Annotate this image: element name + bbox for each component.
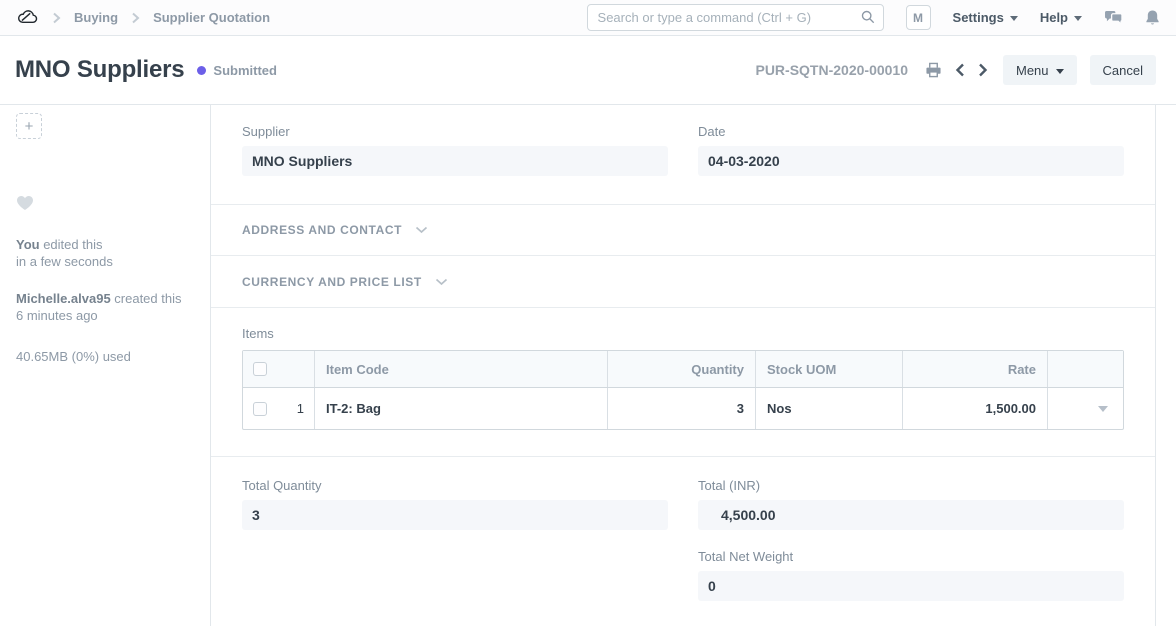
- row-cell-item-code: IT-2: Bag: [315, 388, 608, 429]
- row-cell-check: 1: [243, 388, 315, 429]
- like-button[interactable]: [16, 195, 34, 214]
- created-info: Michelle.alva95 created this 6 minutes a…: [16, 290, 194, 324]
- bell-icon: [1145, 9, 1160, 26]
- section-label: CURRENCY AND PRICE LIST: [242, 275, 422, 289]
- header-cell-check: [243, 351, 315, 387]
- search-icon: [861, 10, 875, 24]
- storage-usage: 40.65MB (0%) used: [16, 348, 194, 365]
- row-cell-quantity: 3: [608, 388, 756, 429]
- totals-section: Total Quantity 3 Total (INR) 4,500.00 To…: [211, 457, 1155, 601]
- row-checkbox[interactable]: [253, 402, 267, 416]
- help-label: Help: [1040, 10, 1068, 25]
- chevron-down-icon: [435, 278, 448, 286]
- header-cell-quantity: Quantity: [608, 351, 756, 387]
- cloud-logo-icon: [16, 6, 39, 29]
- total-net-weight-field: Total Net Weight 0: [698, 549, 1124, 601]
- chevron-right-icon: [978, 63, 988, 77]
- supplier-label: Supplier: [242, 124, 668, 139]
- section-currency-and-price-list[interactable]: CURRENCY AND PRICE LIST: [211, 256, 1155, 307]
- status-badge: Submitted: [197, 63, 277, 78]
- settings-label: Settings: [953, 10, 1004, 25]
- created-action: created this: [111, 291, 182, 306]
- created-when: 6 minutes ago: [16, 308, 98, 323]
- edited-info: You edited this in a few seconds: [16, 236, 194, 270]
- row-cell-stock-uom: Nos: [756, 388, 903, 429]
- chevron-left-icon: [955, 63, 965, 77]
- heart-icon: [16, 195, 34, 211]
- edited-when: in a few seconds: [16, 254, 113, 269]
- items-grid: Item Code Quantity Stock UOM Rate 1 IT-2…: [242, 350, 1124, 430]
- date-label: Date: [698, 124, 1124, 139]
- supplier-field: Supplier MNO Suppliers: [242, 124, 668, 204]
- chevron-right-icon: [131, 12, 140, 24]
- chevron-down-icon: [1056, 69, 1064, 74]
- chevron-down-icon: [1074, 16, 1082, 21]
- messages-button[interactable]: [1104, 10, 1123, 26]
- form-body: Supplier MNO Suppliers Date 04-03-2020 A…: [211, 105, 1156, 626]
- status-label: Submitted: [213, 63, 277, 78]
- menu-button[interactable]: Menu: [1003, 55, 1077, 85]
- scrollbar-gutter: [1156, 105, 1176, 626]
- chevron-right-icon: [52, 12, 61, 24]
- total-quantity-field: Total Quantity 3: [242, 478, 668, 601]
- row-index: 1: [297, 401, 304, 416]
- page-head: MNO Suppliers Submitted PUR-SQTN-2020-00…: [0, 36, 1176, 105]
- document-id: PUR-SQTN-2020-00010: [755, 62, 908, 78]
- header-cell-item-code: Item Code: [315, 351, 608, 387]
- main-fields-section: Supplier MNO Suppliers Date 04-03-2020: [211, 105, 1155, 204]
- breadcrumb-item-supplier-quotation[interactable]: Supplier Quotation: [153, 10, 270, 25]
- cancel-button-label: Cancel: [1103, 63, 1143, 78]
- print-button[interactable]: [923, 60, 944, 80]
- total-inr-label: Total (INR): [698, 478, 1124, 493]
- header-cell-menu: [1048, 351, 1123, 387]
- created-by: Michelle.alva95: [16, 291, 111, 306]
- date-value: 04-03-2020: [698, 146, 1124, 176]
- row-cell-menu: [1048, 388, 1123, 429]
- header-cell-stock-uom: Stock UOM: [756, 351, 903, 387]
- supplier-value: MNO Suppliers: [242, 146, 668, 176]
- form-sidebar: + You edited this in a few seconds Miche…: [0, 105, 211, 626]
- breadcrumb: Buying Supplier Quotation: [16, 6, 270, 29]
- menu-button-label: Menu: [1016, 63, 1049, 78]
- total-inr-value: 4,500.00: [698, 500, 1124, 530]
- printer-icon: [925, 62, 942, 78]
- cancel-button[interactable]: Cancel: [1090, 55, 1156, 85]
- items-label: Items: [242, 326, 1124, 341]
- page-title: MNO Suppliers: [15, 56, 184, 84]
- date-field: Date 04-03-2020: [698, 124, 1124, 204]
- settings-menu[interactable]: Settings: [953, 10, 1018, 25]
- chat-bubbles-icon: [1104, 10, 1123, 26]
- next-button[interactable]: [976, 61, 990, 79]
- items-grid-header: Item Code Quantity Stock UOM Rate: [243, 351, 1123, 388]
- total-quantity-label: Total Quantity: [242, 478, 668, 493]
- edited-by: You: [16, 237, 40, 252]
- row-cell-rate: 1,500.00: [903, 388, 1048, 429]
- app-logo[interactable]: [16, 6, 39, 29]
- total-quantity-value: 3: [242, 500, 668, 530]
- search-input[interactable]: [587, 4, 884, 31]
- navbar-right: M Settings Help: [587, 4, 1160, 31]
- status-dot-icon: [197, 66, 206, 75]
- row-dropdown-toggle[interactable]: [1098, 406, 1108, 412]
- global-search: [587, 4, 884, 31]
- section-address-and-contact[interactable]: ADDRESS AND CONTACT: [211, 205, 1155, 255]
- total-net-weight-label: Total Net Weight: [698, 549, 1124, 564]
- navbar: Buying Supplier Quotation M Settings Hel…: [0, 0, 1176, 36]
- header-cell-rate: Rate: [903, 351, 1048, 387]
- chevron-down-icon: [1010, 16, 1018, 21]
- edited-action: edited this: [40, 237, 103, 252]
- breadcrumb-item-buying[interactable]: Buying: [74, 10, 118, 25]
- add-tag-button[interactable]: +: [16, 113, 42, 139]
- help-menu[interactable]: Help: [1040, 10, 1082, 25]
- section-label: ADDRESS AND CONTACT: [242, 223, 402, 237]
- notifications-button[interactable]: [1145, 9, 1160, 26]
- prev-button[interactable]: [953, 61, 967, 79]
- table-row[interactable]: 1 IT-2: Bag 3 Nos 1,500.00: [243, 388, 1123, 429]
- total-inr-field: Total (INR) 4,500.00: [698, 478, 1124, 530]
- avatar[interactable]: M: [906, 5, 931, 30]
- chevron-down-icon: [415, 226, 428, 234]
- total-net-weight-value: 0: [698, 571, 1124, 601]
- select-all-checkbox[interactable]: [253, 362, 267, 376]
- items-section: Items Item Code Quantity Stock UOM Rate …: [211, 308, 1155, 456]
